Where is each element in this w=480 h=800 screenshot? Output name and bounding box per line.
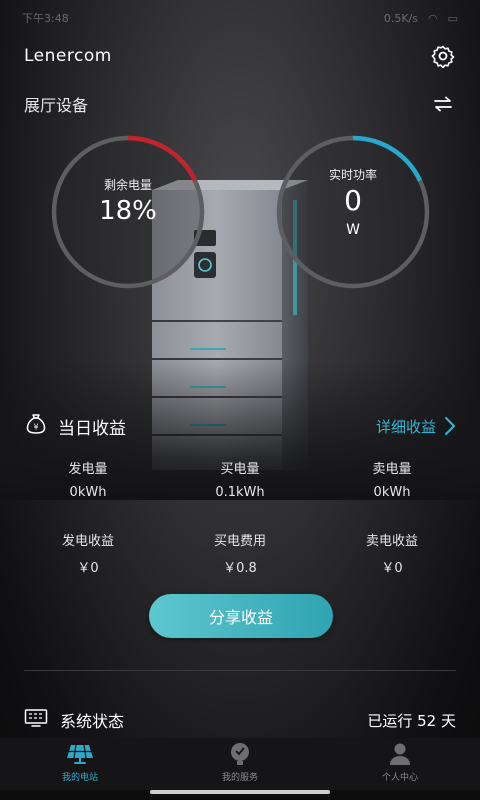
wifi-icon: ◠ (427, 11, 438, 25)
income-item: 发电收益 ￥0 (8, 530, 168, 576)
gear-icon[interactable] (430, 43, 456, 69)
income-section: ¥ 当日收益 详细收益 发电量 0kWh 买电量 0.1kWh 卖电量 0kWh… (0, 400, 480, 740)
power-label: 实时功率 (328, 168, 377, 182)
user-icon (390, 743, 410, 765)
soc-gauge: 剩余电量 18% (50, 134, 206, 290)
network-speed: 0.5K/s (383, 11, 418, 25)
power-gauge: 实时功率 0 W (275, 134, 431, 290)
tab-label: 我的电站 (61, 773, 98, 783)
app-header: Lenercom (0, 36, 480, 76)
income-title: 当日收益 (58, 418, 126, 439)
money-bag-icon: ¥ (24, 412, 48, 440)
solar-panel-icon (67, 744, 93, 764)
income-item: 发电量 0kWh (8, 458, 168, 500)
device-title: 展厅设备 (24, 96, 89, 115)
home-indicator[interactable] (150, 790, 330, 794)
income-item-label: 卖电收益 (365, 534, 418, 549)
chevron-right-icon (445, 417, 455, 435)
income-item-value: 0kWh (69, 485, 107, 500)
tab-label: 个人中心 (381, 773, 418, 783)
battery-status-icon: ▭ (447, 11, 458, 25)
soc-value: 18% (99, 196, 157, 226)
income-item-label: 卖电量 (372, 462, 412, 477)
income-item: 买电量 0.1kWh (160, 458, 320, 500)
income-item-value: ￥0 (381, 561, 403, 576)
bottom-tab-bar: 我的电站 我的服务 个人中心 (0, 738, 480, 790)
income-item-label: 发电量 (68, 462, 108, 477)
income-item-value: ￥0 (77, 561, 99, 576)
power-value: 0 (344, 184, 362, 217)
income-item: 卖电收益 ￥0 (312, 530, 472, 576)
tab-my-service[interactable]: 我的服务 (160, 738, 320, 790)
income-item-value: 0kWh (373, 485, 411, 500)
detail-income-link[interactable]: 详细收益 (376, 416, 456, 437)
income-header: ¥ 当日收益 详细收益 (24, 410, 456, 442)
income-item: 买电费用 ￥0.8 (160, 530, 320, 576)
system-status-row[interactable]: 系统状态 已运行 52 天 (24, 706, 456, 734)
detail-income-label: 详细收益 (375, 417, 436, 436)
service-bulb-icon (231, 743, 249, 765)
running-days: 已运行 52 天 (367, 711, 456, 730)
svg-text:¥: ¥ (33, 423, 38, 432)
system-status-title: 系统状态 (60, 712, 125, 731)
tab-my-station[interactable]: 我的电站 (0, 738, 160, 790)
income-item-value: 0.1kWh (215, 485, 265, 500)
tab-label: 我的服务 (221, 773, 258, 783)
tab-profile[interactable]: 个人中心 (320, 738, 480, 790)
income-item-value: ￥0.8 (223, 561, 257, 576)
device-row: 展厅设备 (0, 88, 480, 120)
swap-device-icon[interactable] (430, 91, 456, 117)
income-item-label: 买电费用 (213, 534, 266, 549)
divider (24, 670, 456, 671)
brand-logo: Lenercom (24, 46, 112, 66)
income-item-label: 发电收益 (61, 534, 114, 549)
income-item-label: 买电量 (220, 462, 260, 477)
monitor-icon (24, 708, 48, 732)
status-bar: 下午3:48 0.5K/s ◠ ▭ (0, 0, 480, 36)
soc-label: 剩余电量 (103, 178, 152, 192)
income-item: 卖电量 0kWh (312, 458, 472, 500)
share-income-button[interactable]: 分享收益 (149, 594, 333, 638)
power-unit: W (346, 222, 360, 238)
status-time: 下午3:48 (22, 12, 69, 25)
